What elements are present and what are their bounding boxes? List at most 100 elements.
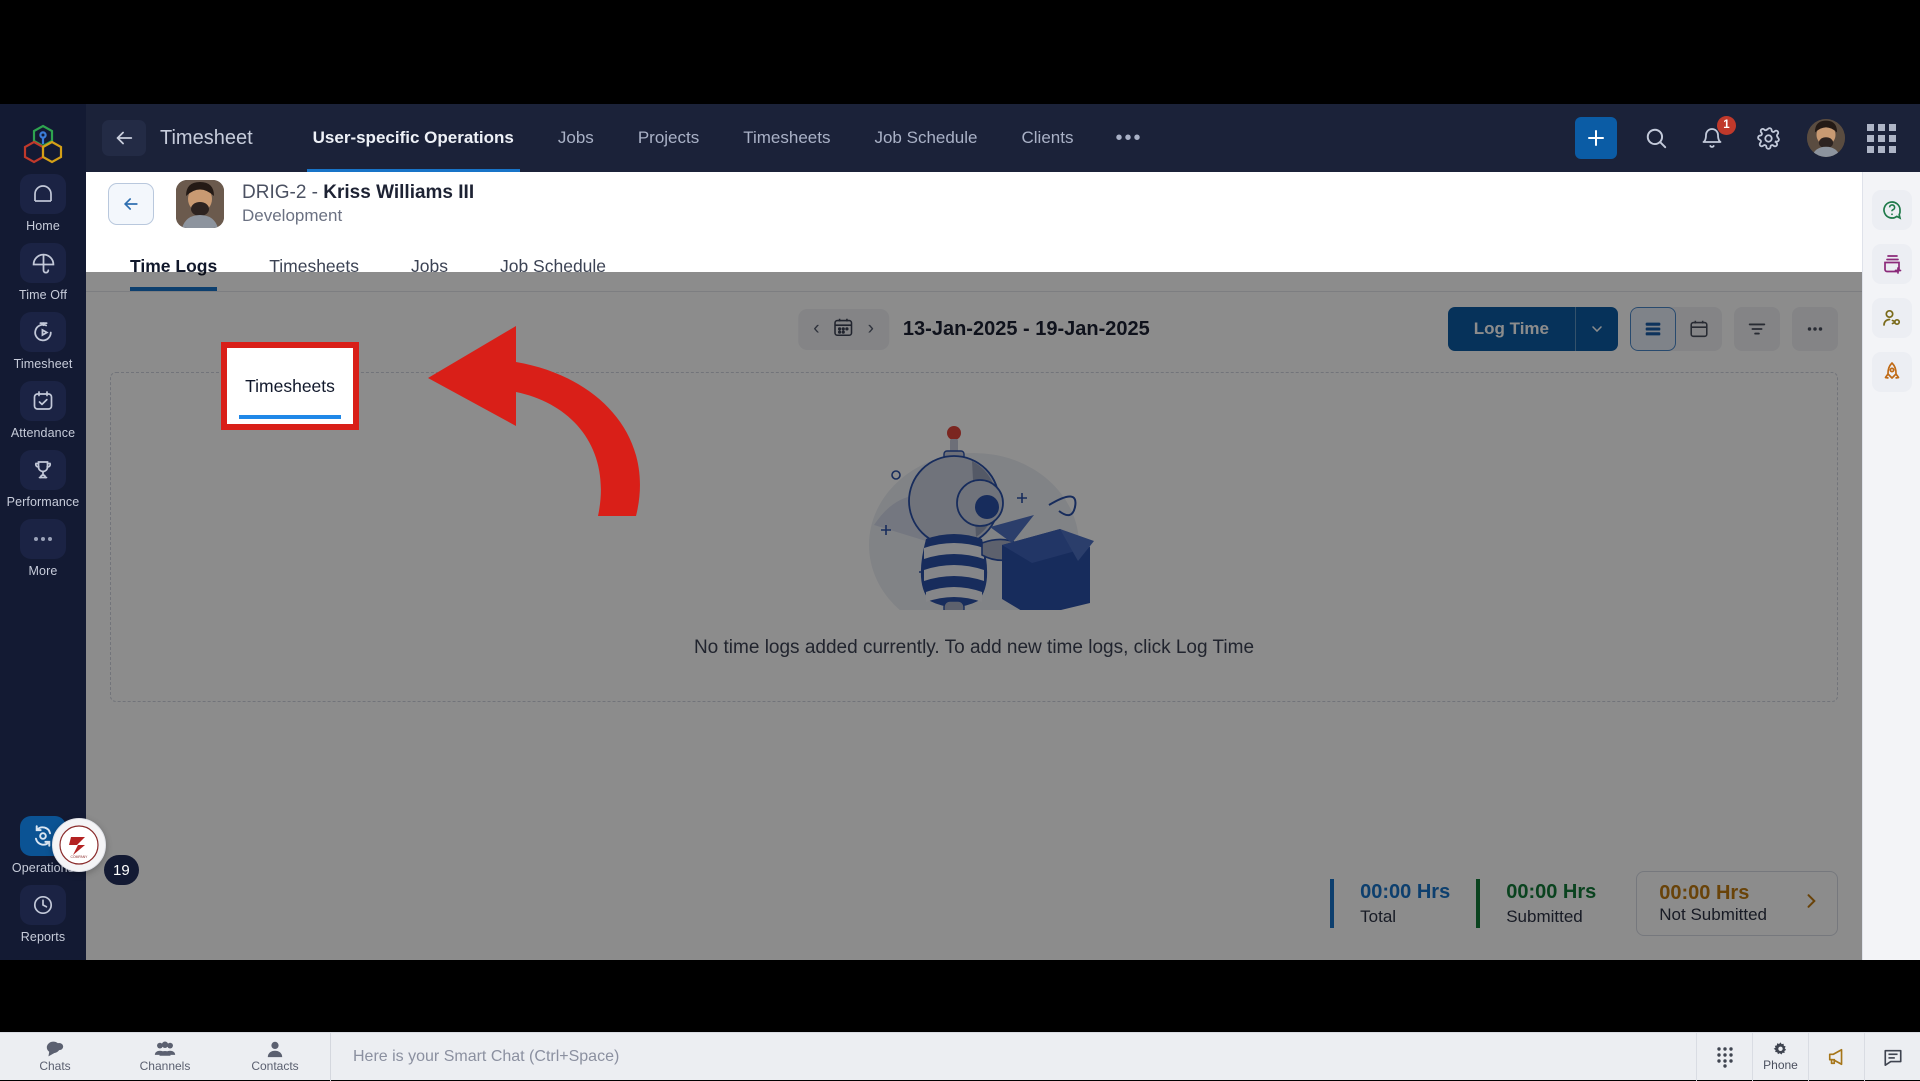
sidebar-item-label: Home	[26, 219, 60, 233]
subtab-jobs[interactable]: Jobs	[385, 256, 474, 291]
employee-fullname: Kriss Williams III	[323, 181, 475, 203]
summary-total: 00:00 Hrs Total	[1330, 878, 1476, 929]
home-icon	[20, 174, 66, 214]
annotation-arrow-icon	[428, 326, 640, 516]
sidebar-item-timesheet[interactable]: Timesheet	[8, 312, 78, 371]
subtab-time-logs[interactable]: Time Logs	[108, 256, 243, 291]
sidebar-item-label: Attendance	[10, 426, 76, 440]
chat-right-actions: Phone	[1696, 1032, 1920, 1081]
chat-tab-label: Chats	[39, 1059, 71, 1073]
employee-avatar[interactable]	[176, 180, 224, 228]
sidebar-item-home[interactable]: Home	[8, 174, 78, 233]
nav-tab-job-schedule[interactable]: Job Schedule	[852, 104, 999, 172]
nav-tab-jobs[interactable]: Jobs	[536, 104, 616, 172]
log-time-label: Log Time	[1473, 319, 1549, 338]
app-title: Timesheet	[160, 126, 253, 149]
subtab-job-schedule[interactable]: Job Schedule	[474, 256, 632, 291]
main-content: DRIG-2 - Kriss Williams III Development …	[86, 172, 1862, 960]
nav-tab-timesheets[interactable]: Timesheets	[721, 104, 852, 172]
next-week-button[interactable]: ›	[865, 318, 877, 340]
rocket-icon[interactable]	[1871, 352, 1912, 392]
sidebar-item-performance[interactable]: Performance	[6, 450, 80, 509]
annotation-highlight-box: Timesheets	[221, 342, 359, 430]
chat-tab-label: Channels	[139, 1059, 191, 1073]
employee-back-button[interactable]	[108, 183, 154, 225]
summary-not-submitted[interactable]: 00:00 Hrs Not Submitted	[1636, 871, 1838, 936]
prev-week-button[interactable]: ‹	[810, 318, 822, 340]
apps-grid-icon[interactable]	[1867, 123, 1896, 153]
stopwatch-icon	[20, 312, 66, 352]
add-new-button[interactable]	[1575, 117, 1617, 159]
sidebar-item-time-off[interactable]: Time Off	[8, 243, 78, 302]
zoho-people-logo[interactable]	[21, 120, 65, 164]
megaphone-icon[interactable]	[1808, 1032, 1864, 1081]
date-range-nav: ‹ › 13-Jan-2025 - 19-Jan-2025	[798, 308, 1150, 350]
nav-tab-clients[interactable]: Clients	[1000, 104, 1096, 172]
notifications-count: 1	[1717, 116, 1736, 135]
employee-header: DRIG-2 - Kriss Williams III Development	[86, 172, 1862, 236]
chat-unread-count: 19	[104, 855, 139, 885]
phone-label: Phone	[1763, 1058, 1798, 1072]
annotation-underline	[239, 415, 341, 419]
svg-text:COMPANY: COMPANY	[71, 855, 89, 859]
printer-add-icon[interactable]	[1871, 244, 1912, 284]
search-icon[interactable]	[1639, 121, 1673, 155]
nav-tab-user-specific-operations[interactable]: User-specific Operations	[291, 104, 536, 172]
toolbar-actions: Log Time	[1447, 307, 1838, 351]
notifications-bell-icon[interactable]: 1	[1695, 116, 1736, 155]
chat-tab-contacts[interactable]: Contacts	[220, 1033, 330, 1081]
right-utility-rail	[1862, 172, 1920, 960]
chevron-down-icon[interactable]	[1576, 307, 1618, 351]
calendar-view-icon[interactable]	[1676, 307, 1722, 351]
phone-settings-button[interactable]: Phone	[1752, 1032, 1808, 1081]
smart-chat-input[interactable]: Here is your Smart Chat (Ctrl+Space)	[331, 1048, 1696, 1066]
clock-report-icon	[20, 885, 66, 925]
application-window: DRIG-2 - Kriss Williams III Development …	[0, 104, 1920, 960]
empty-state-message: No time logs added currently. To add new…	[693, 637, 1255, 658]
top-navigation: Timesheet User-specific Operations Jobs …	[86, 104, 1920, 172]
ellipsis-icon	[20, 519, 66, 559]
more-options-icon[interactable]	[1792, 307, 1838, 351]
chevron-right-icon[interactable]	[1801, 891, 1821, 916]
chat-tab-channels[interactable]: Channels	[110, 1033, 220, 1081]
chat-tab-chats[interactable]: Chats	[0, 1033, 110, 1081]
subtab-timesheets[interactable]: Timesheets	[243, 256, 385, 291]
filter-icon[interactable]	[1734, 307, 1780, 351]
sidebar-item-label: Reports	[20, 930, 66, 944]
gear-icon[interactable]	[1751, 121, 1785, 155]
dialpad-icon[interactable]	[1696, 1032, 1752, 1081]
sidebar-item-label: Performance	[6, 495, 80, 509]
employee-id: DRIG-2 -	[242, 181, 324, 203]
nav-tab-projects[interactable]: Projects	[616, 104, 721, 172]
timesheet-summary: 00:00 Hrs Total 00:00 Hrs Submitted 00:0…	[1330, 871, 1838, 936]
summary-submitted: 00:00 Hrs Submitted	[1476, 878, 1622, 929]
view-switcher	[1630, 307, 1722, 351]
trophy-icon	[20, 450, 66, 490]
umbrella-icon	[20, 243, 66, 283]
employee-name: DRIG-2 - Kriss Williams III	[242, 180, 474, 206]
nav-more-icon[interactable]: •••	[1095, 127, 1162, 150]
message-icon[interactable]	[1864, 1032, 1920, 1081]
employee-meta: DRIG-2 - Kriss Williams III Development	[242, 180, 474, 229]
company-logo-badge[interactable]: COMPANY	[52, 818, 106, 872]
nav-back-button[interactable]	[102, 120, 146, 156]
list-view-icon[interactable]	[1630, 307, 1676, 351]
smart-chat-bar: Chats Channels Contacts Here is your Sma…	[0, 1032, 1920, 1081]
user-share-icon[interactable]	[1871, 298, 1912, 338]
calendar-icon[interactable]	[833, 316, 855, 343]
nav-right-actions: 1	[1575, 116, 1920, 159]
sidebar-item-label: More	[28, 564, 58, 578]
date-range-label: 13-Jan-2025 - 19-Jan-2025	[902, 317, 1150, 340]
log-time-button[interactable]: Log Time	[1447, 307, 1618, 351]
summary-total-label: Total	[1360, 906, 1397, 926]
employee-department: Development	[242, 206, 343, 226]
screenshot-root: DRIG-2 - Kriss Williams III Development …	[0, 0, 1920, 1081]
profile-avatar[interactable]	[1807, 119, 1845, 157]
sidebar-item-more[interactable]: More	[8, 519, 78, 578]
sidebar-item-reports[interactable]: Reports	[8, 885, 78, 944]
robot-with-box-illustration	[844, 415, 1104, 637]
timelog-empty-panel: No time logs added currently. To add new…	[110, 372, 1838, 702]
annotation-highlight-label: Timesheets	[245, 375, 335, 396]
sidebar-item-attendance[interactable]: Attendance	[8, 381, 78, 440]
help-circle-icon[interactable]	[1871, 190, 1912, 230]
